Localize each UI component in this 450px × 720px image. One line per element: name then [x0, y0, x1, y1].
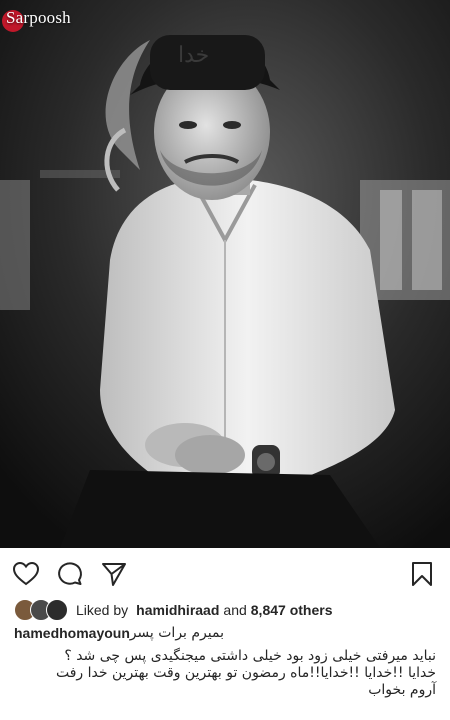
watermark-text: Sarpoosh	[6, 8, 71, 27]
post-actions-bar	[0, 556, 450, 592]
likes-summary: Liked by hamidhiraad and 8,847 others	[14, 598, 332, 622]
comment-icon[interactable]	[56, 560, 84, 588]
liker-avatars	[14, 599, 72, 621]
watermark-logo: Sarpoosh	[2, 8, 71, 32]
bookmark-icon[interactable]	[408, 560, 436, 588]
caption-line: نباید میرفتی خیلی زود بود خیلی داشتی میج…	[64, 648, 436, 664]
caption-line: خدایا !!خدایا !!خدایا!!ماه رمضون تو بهتر…	[55, 665, 436, 681]
avatar[interactable]	[46, 599, 68, 621]
likes-conjunction: and	[223, 602, 247, 618]
caption-line: آروم بخواب	[368, 682, 436, 698]
svg-text:خدا: خدا	[178, 43, 209, 68]
caption-body: نباید میرفتی خیلی زود بود خیلی داشتی میج…	[6, 648, 436, 699]
likes-others-link[interactable]: 8,847 others	[251, 602, 333, 618]
heart-icon[interactable]	[12, 560, 40, 588]
paper-plane-icon[interactable]	[100, 560, 128, 588]
liker-username-link[interactable]: hamidhiraad	[136, 602, 219, 618]
photo-illustration: خدا	[0, 0, 450, 548]
caption-username-link[interactable]: hamedhomayoun	[14, 625, 130, 641]
likes-prefix: Liked by	[76, 602, 129, 618]
post-photo[interactable]: خدا Sarpoosh	[0, 0, 450, 548]
caption-first-line: بمیرم برات پسر	[129, 625, 224, 641]
